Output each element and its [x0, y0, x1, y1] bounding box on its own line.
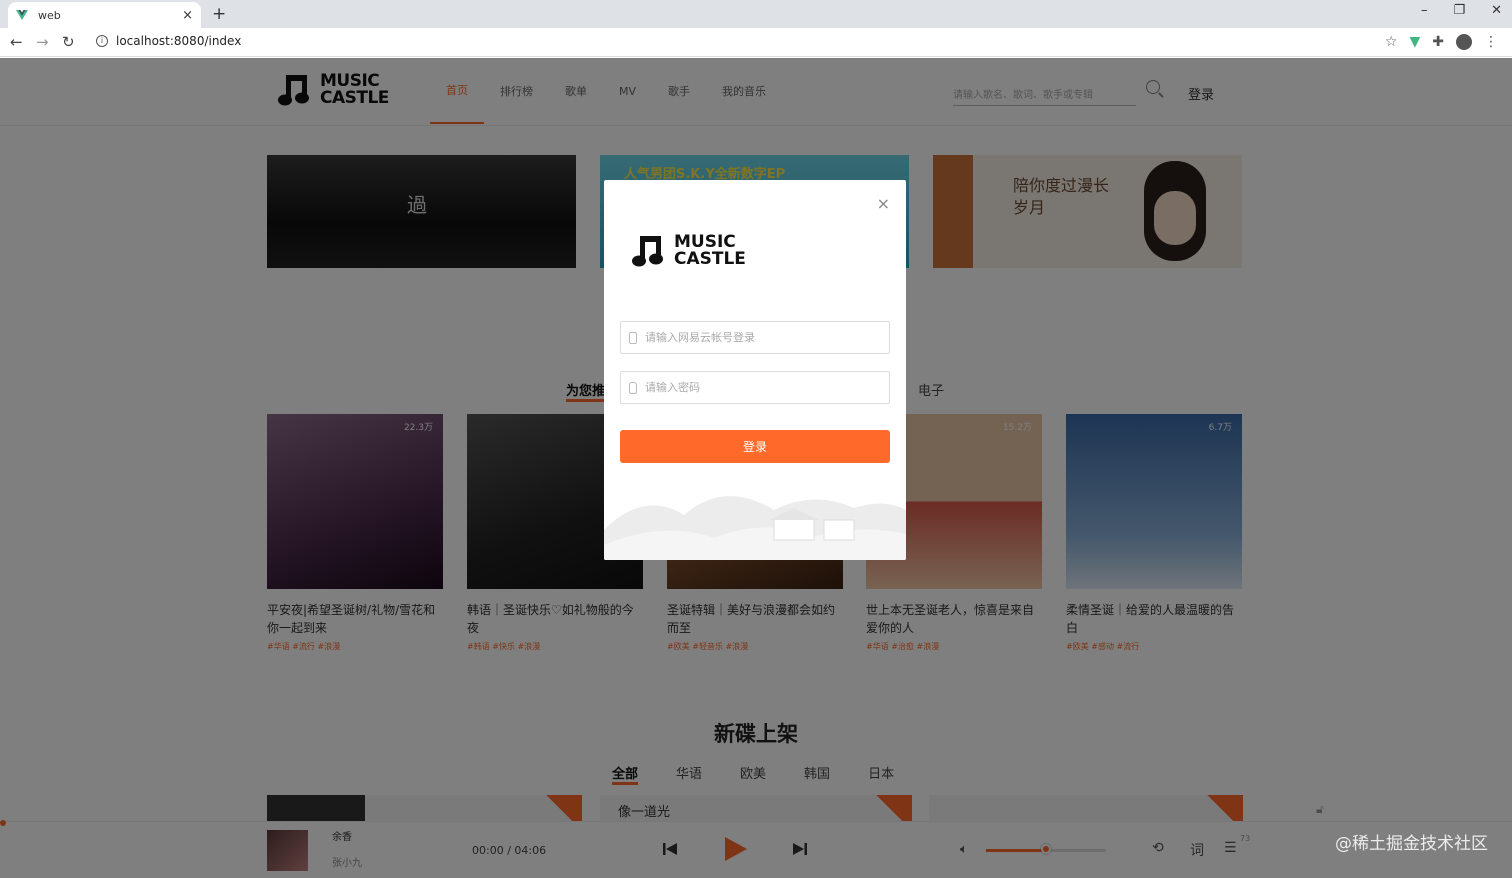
password-input[interactable] — [645, 381, 865, 394]
address-bar[interactable]: i localhost:8080/index — [96, 34, 241, 48]
url-text: localhost:8080/index — [116, 34, 242, 48]
phone-icon — [629, 332, 637, 344]
browser-toolbar: ← → ↻ i localhost:8080/index ☆ ▼ ✚ ⋮ — [0, 28, 1512, 57]
bookmark-star-icon[interactable]: ☆ — [1385, 34, 1398, 50]
browser-tabbar: web × + – ❐ ✕ — [0, 0, 1512, 28]
password-field[interactable] — [620, 371, 890, 404]
modal-logo: MUSIC CASTLE — [632, 232, 746, 270]
forward-arrow-icon[interactable]: → — [36, 33, 49, 51]
vue-devtools-icon[interactable]: ▼ — [1409, 34, 1420, 50]
reload-icon[interactable]: ↻ — [62, 33, 75, 51]
menu-dots-icon[interactable]: ⋮ — [1484, 34, 1498, 50]
tab-title: web — [38, 8, 61, 22]
tab-close-icon[interactable]: × — [182, 8, 193, 23]
new-tab-button[interactable]: + — [212, 4, 226, 24]
login-modal: × MUSIC CASTLE 登录 — [604, 180, 906, 560]
profile-avatar-icon[interactable] — [1456, 34, 1472, 50]
minimize-button[interactable]: – — [1421, 3, 1428, 18]
close-window-button[interactable]: ✕ — [1491, 3, 1502, 18]
vue-icon — [16, 10, 28, 20]
back-arrow-icon[interactable]: ← — [10, 33, 23, 51]
username-input[interactable] — [645, 331, 865, 344]
music-note-icon — [632, 236, 663, 267]
username-field[interactable] — [620, 321, 890, 354]
extensions-puzzle-icon[interactable]: ✚ — [1432, 34, 1444, 50]
login-button[interactable]: 登录 — [620, 430, 890, 463]
watermark: @稀土掘金技术社区 — [1335, 834, 1488, 854]
info-icon[interactable]: i — [96, 35, 108, 47]
ink-mountains-decoration — [604, 496, 906, 560]
modal-logo-line2: CASTLE — [674, 249, 746, 269]
lock-icon — [629, 382, 637, 394]
maximize-button[interactable]: ❐ — [1453, 3, 1465, 18]
modal-close-icon[interactable]: × — [877, 194, 890, 213]
browser-tab[interactable]: web × — [8, 2, 201, 28]
